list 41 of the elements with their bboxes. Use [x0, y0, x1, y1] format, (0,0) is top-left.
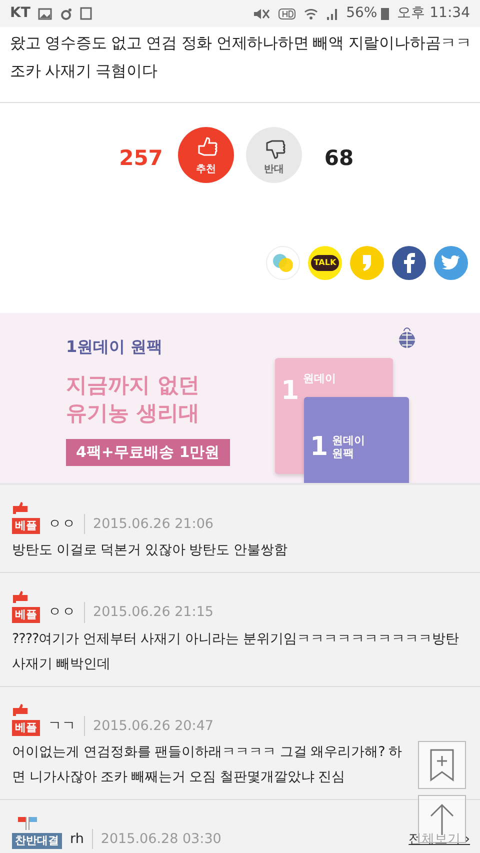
ad-brand: 1원데이 원팩 — [66, 336, 163, 358]
post-title: 왔고 영수증도 없고 연검 정화 언제하나하면 빼액 지랄이나하곰ㅋㅋ 조카 사재기 극혐이다 — [0, 27, 480, 103]
facebook-share-icon[interactable] — [392, 246, 426, 280]
nickname: rh — [70, 830, 84, 849]
bookmark-add-button[interactable] — [418, 741, 466, 789]
mute-icon — [252, 8, 270, 20]
talk-share-icon[interactable]: TALK — [308, 246, 342, 280]
ad-headline: 유기농 생리대 — [66, 400, 200, 427]
ad-offer: 4팩+무료배송 1만원 — [66, 439, 230, 466]
badge: 베플 — [12, 700, 40, 736]
badge: 베플 — [12, 498, 40, 534]
carrier-name: KT — [10, 4, 30, 23]
hd-icon — [278, 8, 296, 20]
comment-date: 2015.06.26 21:15 — [84, 602, 214, 622]
nickname: ㅇㅇ — [48, 515, 76, 534]
vote-count: 68 — [323, 145, 355, 172]
screenshot-icon — [80, 7, 92, 20]
signal-icon — [326, 8, 338, 20]
comment-text: ????여기가 언제부터 사재기 아니라는 분위기임ㅋㅋㅋㅋㅋㅋㅋㅋㅋㅋ방탄 사재기 빼박인데 — [12, 630, 460, 674]
twitter-share-icon[interactable] — [434, 246, 468, 280]
badge: 베플 — [12, 586, 40, 622]
wifi-icon — [304, 8, 318, 20]
battery-icon — [381, 7, 390, 20]
comment-date: 2015.06.26 21:06 — [84, 514, 214, 534]
comment-date: 2015.06.28 03:30 — [92, 828, 222, 849]
badge: 찬반대결 — [12, 812, 62, 849]
globe-icon — [398, 325, 416, 349]
dot-icon — [60, 8, 72, 20]
comment-text: 방탄도 이걸로 덕본거 있잖아 방탄도 안불쌍함 — [12, 541, 288, 560]
comment-text: 어이없는게 연검정화를 팬들이하래ㅋㅋㅋㅋ 그걸 왜우리가해? 하면 니가사잖아 조카 빼째는거 오짐 철판몇개깔았냐 진심 — [12, 742, 404, 787]
like-button[interactable]: 추천 — [178, 127, 234, 183]
battery-percent: 56% — [346, 4, 378, 23]
clock: 오후 11:34 — [397, 4, 470, 23]
vote-count: 257 — [118, 145, 164, 172]
nickname: ㅇㅇ — [48, 603, 76, 622]
bookmark-add-icon — [429, 748, 455, 782]
gallery-icon — [38, 8, 52, 20]
comment-date: 2015.06.26 20:47 — [84, 716, 214, 736]
nickname: ㄱㄱ — [48, 716, 76, 736]
ad-headline: 지금까지 없던 — [66, 372, 200, 399]
dislike-button[interactable]: 반대 — [246, 127, 302, 183]
